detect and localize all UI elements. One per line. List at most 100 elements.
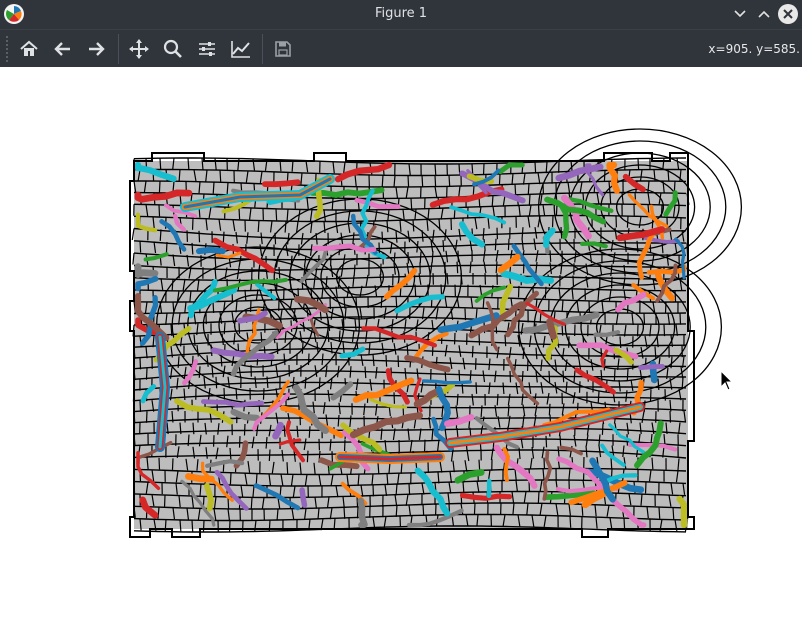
tile-edge [244, 424, 245, 436]
tile-edge [659, 507, 660, 518]
pan-button[interactable] [125, 35, 153, 63]
tile-edge [188, 158, 189, 170]
tile-edge [411, 198, 412, 210]
tile-edge [459, 370, 460, 382]
maximize-button[interactable] [755, 5, 773, 23]
tile-edge [224, 323, 225, 335]
tile-edge [522, 371, 523, 383]
save-button[interactable] [269, 35, 297, 63]
tile-edge [387, 474, 388, 486]
tile-edge [420, 252, 421, 264]
tile-edge [457, 262, 458, 274]
toolbar-grip[interactable] [6, 36, 10, 62]
tile-edge [602, 423, 603, 435]
tile-edge [638, 159, 639, 171]
tile-edge [538, 492, 539, 504]
tile-edge [562, 300, 563, 312]
tile-edge [386, 355, 387, 367]
tile-edge [624, 518, 625, 530]
arrow-right-icon [86, 39, 106, 59]
tile-edge [338, 415, 339, 427]
tile-edge [398, 356, 399, 368]
mosaic-plot[interactable] [0, 67, 802, 617]
tile-edge [675, 290, 676, 302]
tile-edge [479, 334, 480, 346]
colored-stroke [265, 182, 298, 184]
colored-stroke [550, 322, 554, 337]
tile-edge [483, 297, 484, 309]
tile-edge [409, 484, 410, 496]
tile-edge [258, 221, 259, 233]
minimize-button[interactable] [731, 5, 749, 23]
tile-edge [382, 232, 383, 244]
tile-edge [140, 401, 141, 413]
colored-stroke [199, 250, 223, 251]
tile-edge [562, 324, 563, 336]
tile-edge [611, 457, 612, 469]
tile-edge [166, 242, 167, 254]
tile-edge [664, 325, 665, 337]
tile-edge [309, 426, 310, 438]
tile-edge [332, 198, 333, 210]
move-icon [128, 38, 150, 60]
tile-edge [449, 175, 450, 187]
tile-edge [528, 184, 529, 196]
home-button[interactable] [15, 35, 43, 63]
tile-edge [655, 347, 656, 359]
subplots-button[interactable] [193, 35, 221, 63]
tile-edge [159, 181, 160, 193]
tile-edge [415, 285, 416, 297]
back-button[interactable] [49, 35, 77, 63]
tile-edge [546, 162, 547, 174]
tile-edge [652, 458, 653, 470]
tile-edge [476, 382, 477, 394]
close-icon [783, 9, 793, 19]
tile-edge [227, 183, 228, 195]
tile-edge [658, 379, 659, 391]
tile-edge [203, 520, 204, 532]
tile-edge [545, 287, 546, 299]
close-button[interactable] [778, 4, 798, 24]
forward-button[interactable] [82, 35, 110, 63]
tile-edge [644, 314, 645, 326]
tile-edge [497, 394, 498, 406]
tile-edge [432, 251, 433, 263]
tile-edge [570, 516, 571, 528]
tile-edge [277, 343, 278, 355]
tile-edge [515, 184, 516, 196]
tile-edge [193, 423, 194, 435]
tile-edge [382, 175, 383, 187]
tile-edge [604, 170, 605, 182]
tile-edge [140, 241, 141, 253]
tile-edge [199, 366, 200, 378]
zoom-button[interactable] [159, 35, 187, 63]
tile-edge [159, 205, 160, 217]
colored-stroke [504, 449, 508, 480]
tile-edge [435, 164, 436, 176]
tile-edge [178, 356, 179, 368]
tile-edge [357, 507, 358, 519]
colored-stroke [302, 490, 304, 505]
colored-stroke [276, 425, 281, 436]
tile-edge [192, 243, 193, 255]
tile-edge [422, 176, 423, 188]
figure-canvas[interactable] [0, 67, 802, 617]
tile-edge [492, 196, 493, 208]
tile-edge [146, 368, 147, 380]
tile-edge [423, 504, 424, 516]
colored-stroke [641, 366, 663, 367]
home-icon [19, 39, 39, 59]
tile-edge [396, 296, 397, 308]
tile-edge [560, 436, 561, 448]
tile-edge [133, 253, 134, 265]
tile-edge [365, 367, 366, 379]
tile-edge [610, 193, 611, 205]
tile-edge [529, 194, 530, 206]
colored-stroke [463, 495, 510, 498]
tile-edge [344, 507, 345, 519]
tile-edge [192, 520, 193, 532]
tile-grid [132, 129, 741, 532]
customize-button[interactable] [227, 35, 255, 63]
magnifier-icon [163, 39, 183, 59]
tile-edge [239, 208, 240, 220]
